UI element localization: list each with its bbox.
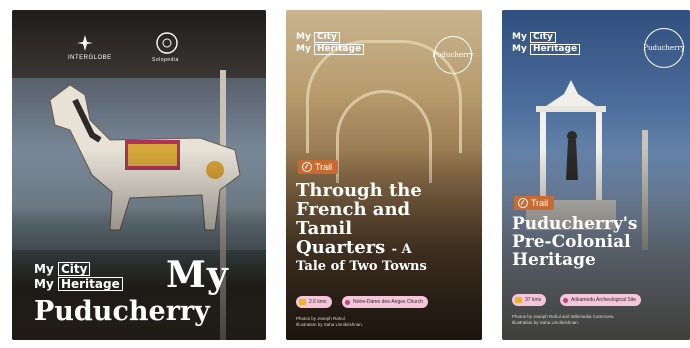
cover-card-my-puducherry[interactable]: INTERGLOBE Solopedia My City My Heritage… bbox=[12, 10, 266, 340]
brand-line1-box: City bbox=[313, 32, 340, 43]
trail-title: Through the French and Tamil Quarters - … bbox=[296, 181, 476, 274]
interglobe-logo-text: INTERGLOBE bbox=[68, 55, 112, 61]
trail-title-line: Pre-Colonial bbox=[512, 231, 631, 252]
credit-line: Illustration by Saha Unnikrishnan. bbox=[296, 321, 364, 327]
trail-card-pre-colonial-heritage[interactable]: My City My Heritage Puducherry Trail Pud… bbox=[502, 10, 690, 340]
distance-icon bbox=[515, 297, 522, 303]
brand-line1-box: City bbox=[529, 32, 556, 43]
credit-line: Photos by Joseph Rahul and Wikimedia Com… bbox=[512, 314, 615, 319]
credit-line: Illustration by Saha Unnikrishnan. bbox=[512, 319, 580, 325]
trail-title-line: French and bbox=[296, 198, 411, 220]
trail-title-line: Tale of Two Towns bbox=[296, 258, 427, 274]
my-city-my-heritage-logo: My City My Heritage bbox=[34, 262, 123, 292]
brand-line1: My bbox=[296, 32, 311, 42]
distance-pill: 2.6 kms bbox=[296, 296, 332, 308]
interglobe-logo-icon bbox=[77, 35, 93, 51]
brand-line1-box: City bbox=[57, 262, 91, 276]
carousel-canopy bbox=[12, 10, 266, 78]
trail-tag: Trail bbox=[298, 160, 339, 174]
trail-title-line: Quarters bbox=[296, 236, 386, 258]
solopedia-logo-text: Solopedia bbox=[152, 57, 179, 63]
cover-title-line2: Puducherry bbox=[34, 296, 210, 327]
cover-title-line1: My bbox=[166, 254, 229, 296]
distance-icon bbox=[299, 299, 306, 305]
trail-tag-label: Trail bbox=[315, 162, 333, 172]
start-location-pill: Arikamedu Archeological Site bbox=[560, 294, 642, 306]
trail-compass-icon bbox=[302, 162, 312, 172]
trail-tag-label: Trail bbox=[531, 198, 549, 208]
start-location-label: Arikamedu Archeological Site bbox=[571, 297, 637, 303]
brand-line2: My bbox=[296, 44, 311, 54]
puducherry-stamp: Puducherry bbox=[643, 28, 685, 68]
photo-credits: Photos by Joseph Rahul and Wikimedia Com… bbox=[512, 314, 615, 326]
trail-title-line: Heritage bbox=[512, 249, 596, 270]
trail-title: Puducherry's Pre-Colonial Heritage bbox=[512, 215, 688, 270]
my-city-my-heritage-logo: My City My Heritage bbox=[512, 32, 581, 56]
brand-line2-box: Heritage bbox=[57, 277, 123, 291]
location-pin-icon bbox=[345, 299, 350, 305]
brand-line2: My bbox=[512, 44, 527, 54]
trail-tag: Trail bbox=[514, 196, 555, 210]
brand-line2-box: Heritage bbox=[313, 44, 365, 55]
distance-label: 37 kms bbox=[525, 297, 542, 303]
location-pin-icon bbox=[563, 297, 568, 303]
start-location-pill: Notre-Dame des-Anges Church bbox=[342, 296, 429, 308]
puducherry-stamp: Puducherry bbox=[432, 36, 474, 74]
photo-credits: Photos by Joseph Rahul. Illustration by … bbox=[296, 316, 363, 328]
brand-line2-box: Heritage bbox=[529, 44, 581, 55]
trail-card-french-tamil-quarters[interactable]: My City My Heritage Puducherry Trail Thr… bbox=[286, 10, 482, 340]
brand-line1: My bbox=[34, 262, 54, 276]
brand-line1: My bbox=[512, 32, 527, 42]
distance-label: 2.6 kms bbox=[309, 299, 327, 305]
start-location-label: Notre-Dame des-Anges Church bbox=[353, 299, 424, 305]
solopedia-logo-icon bbox=[156, 32, 178, 54]
trail-title-line: - A bbox=[391, 241, 412, 257]
brand-line2: My bbox=[34, 277, 54, 291]
trail-compass-icon bbox=[518, 198, 528, 208]
distance-pill: 37 kms bbox=[512, 294, 547, 306]
my-city-my-heritage-logo: My City My Heritage bbox=[296, 32, 365, 56]
